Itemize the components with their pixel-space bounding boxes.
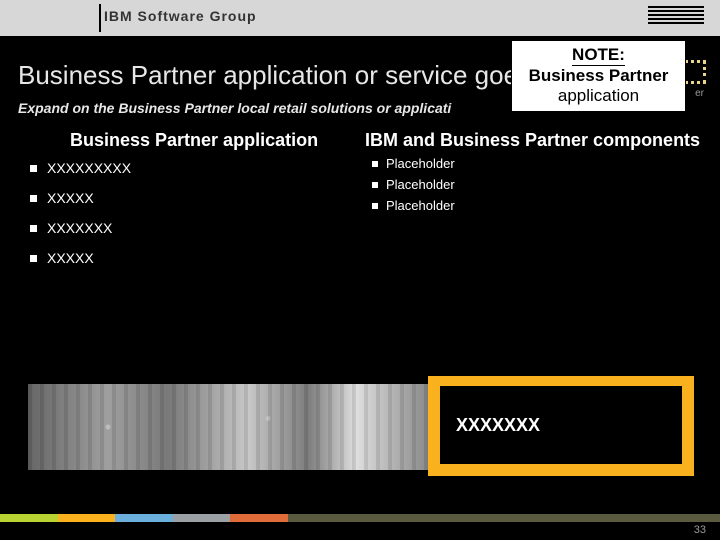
right-column-heading: IBM and Business Partner components xyxy=(365,130,700,151)
list-item-label: XXXXX xyxy=(47,250,94,266)
bullet-icon xyxy=(372,161,378,167)
list-item: Placeholder xyxy=(372,177,455,192)
list-item: XXXXXXXXX xyxy=(30,160,131,176)
page-number: 33 xyxy=(694,524,706,536)
list-item: XXXXX xyxy=(30,250,131,266)
list-item: Placeholder xyxy=(372,156,455,171)
list-item-label: Placeholder xyxy=(386,156,455,171)
footer-swatch xyxy=(115,514,173,522)
footer-swatch xyxy=(58,514,116,522)
list-item: Placeholder xyxy=(372,198,455,213)
bullet-icon xyxy=(30,165,37,172)
highlight-box-inner: XXXXXXX xyxy=(440,386,682,464)
footer-color-strip xyxy=(0,514,720,522)
top-bar-divider xyxy=(99,4,101,32)
slide-subtitle: Expand on the Business Partner local ret… xyxy=(18,100,451,116)
slide: IBM Software Group er Business Partner a… xyxy=(0,0,720,540)
footer-swatch xyxy=(288,514,720,522)
note-line1: NOTE: xyxy=(572,45,625,66)
list-item: XXXXXXX xyxy=(30,220,131,236)
ibm-logo-icon xyxy=(648,6,704,29)
bullet-icon xyxy=(30,195,37,202)
bullet-icon xyxy=(30,225,37,232)
left-list: XXXXXXXXX XXXXX XXXXXXX XXXXX xyxy=(30,160,131,280)
note-line2: Business Partner xyxy=(512,66,685,86)
list-item-label: XXXXX xyxy=(47,190,94,206)
software-group-label: IBM Software Group xyxy=(104,8,257,24)
decorative-image-strip xyxy=(28,384,428,470)
list-item-label: XXXXXXX xyxy=(47,220,112,236)
footer-swatch xyxy=(230,514,288,522)
footer-swatch xyxy=(173,514,231,522)
note-callout: NOTE: Business Partner application xyxy=(511,40,686,112)
footer-swatch xyxy=(0,514,58,522)
note-behind-text: er xyxy=(695,88,704,99)
bullet-icon xyxy=(372,203,378,209)
bullet-icon xyxy=(372,182,378,188)
list-item-label: Placeholder xyxy=(386,177,455,192)
list-item-label: XXXXXXXXX xyxy=(47,160,131,176)
right-list: Placeholder Placeholder Placeholder xyxy=(372,156,455,219)
bullet-icon xyxy=(30,255,37,262)
list-item: XXXXX xyxy=(30,190,131,206)
slide-title: Business Partner application or service … xyxy=(18,60,518,91)
list-item-label: Placeholder xyxy=(386,198,455,213)
top-bar: IBM Software Group xyxy=(0,0,720,36)
highlight-label: XXXXXXX xyxy=(456,415,540,436)
left-column-heading: Business Partner application xyxy=(70,130,318,151)
note-line3: application xyxy=(512,86,685,106)
